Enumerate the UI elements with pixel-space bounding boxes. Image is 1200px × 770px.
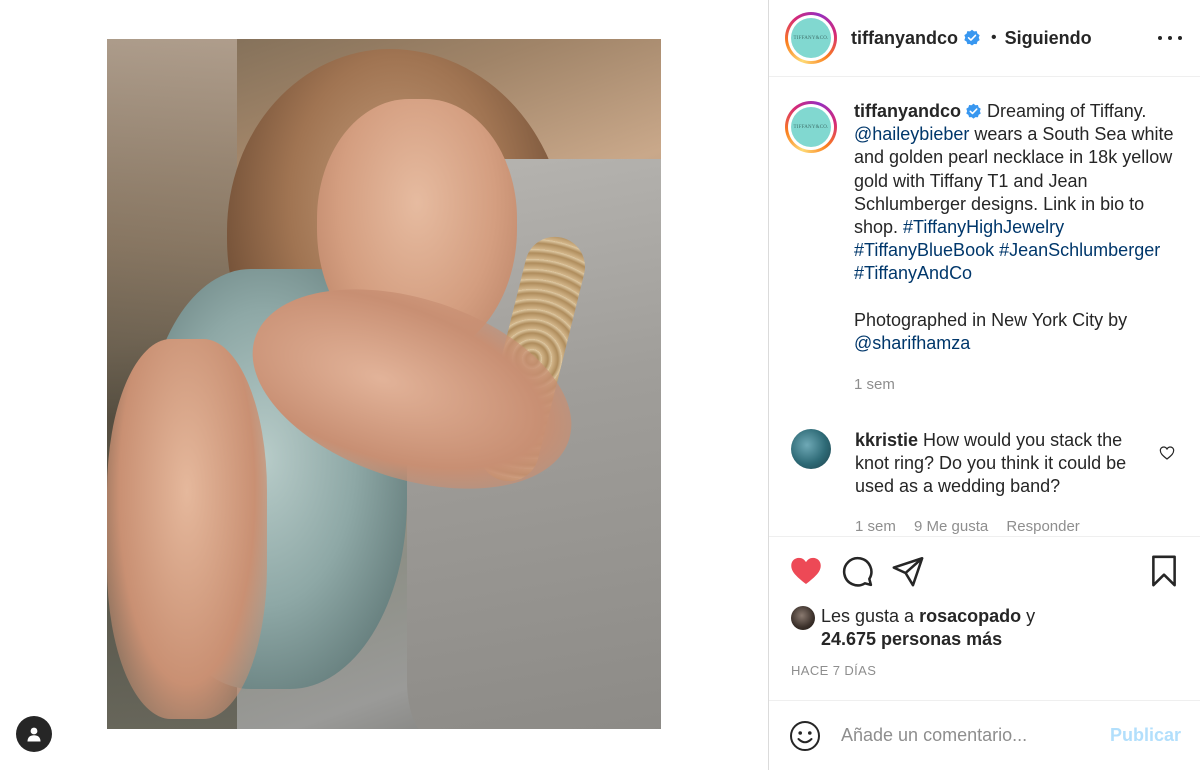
add-comment-bar: Publicar — [769, 700, 1200, 770]
verified-badge-icon — [966, 103, 981, 119]
comment-time[interactable]: 1 sem — [855, 518, 896, 535]
heart-outline-icon[interactable] — [1159, 445, 1175, 461]
comment-meta: 1 sem 9 Me gusta Responder — [855, 515, 1155, 536]
caption-time[interactable]: 1 sem — [854, 373, 1184, 396]
following-button[interactable]: Siguiendo — [1005, 28, 1092, 49]
comment-item: kkristie How would you stack the knot ri… — [791, 429, 1195, 536]
post-side-panel: TIFFANY&CO. tiffanyandco • Siguiendo TIF… — [768, 0, 1200, 770]
caption-text-1: Dreaming of Tiffany. — [982, 101, 1147, 121]
commenter-username[interactable]: kkristie — [855, 430, 918, 450]
avatar-logo: TIFFANY&CO. — [791, 18, 831, 58]
person-icon — [27, 727, 41, 742]
likes-summary: Les gusta a rosacopado y 24.675 personas… — [791, 605, 1181, 651]
photo-hand — [107, 339, 267, 719]
hashtag-tiffanybluebook[interactable]: #TiffanyBlueBook — [854, 240, 994, 260]
comment-body: kkristie How would you stack the knot ri… — [855, 429, 1155, 536]
hashtag-tiffanyandco[interactable]: #TiffanyAndCo — [854, 263, 972, 283]
comment-icon[interactable] — [840, 554, 874, 588]
publish-button[interactable]: Publicar — [1110, 725, 1181, 746]
post-date[interactable]: HACE 7 DÍAS — [791, 663, 876, 678]
comments-section[interactable]: TIFFANY&CO. tiffanyandco Dreaming of Tif… — [769, 77, 1200, 537]
more-options-icon[interactable] — [1158, 28, 1182, 48]
caption-text: tiffanyandco Dreaming of Tiffany. @haile… — [854, 100, 1184, 396]
post-caption: TIFFANY&CO. tiffanyandco Dreaming of Tif… — [785, 100, 1185, 396]
commenter-avatar[interactable] — [791, 429, 831, 469]
action-bar — [769, 550, 1200, 590]
media-area — [0, 0, 768, 770]
likes-text: Les gusta a rosacopado y 24.675 personas… — [821, 605, 1035, 651]
author-username[interactable]: tiffanyandco — [851, 28, 958, 49]
caption-avatar-logo: TIFFANY&CO. — [791, 107, 831, 147]
hashtag-tiffanyhighjewelry[interactable]: #TiffanyHighJewelry — [903, 217, 1064, 237]
liker-avatar[interactable] — [791, 606, 815, 630]
emoji-icon[interactable] — [789, 720, 821, 752]
author-avatar[interactable]: TIFFANY&CO. — [785, 12, 837, 64]
verified-badge-icon — [964, 29, 980, 46]
post-photo[interactable] — [107, 39, 661, 729]
tagged-people-button[interactable] — [16, 716, 52, 752]
post-header: TIFFANY&CO. tiffanyandco • Siguiendo — [769, 0, 1200, 77]
comment-input[interactable] — [841, 725, 1091, 746]
bookmark-icon[interactable] — [1147, 554, 1181, 588]
likes-connector: y — [1021, 606, 1036, 626]
likes-count[interactable]: 24.675 personas más — [821, 629, 1002, 649]
share-icon[interactable] — [891, 554, 925, 588]
mention-sharifhamza[interactable]: @sharifhamza — [854, 333, 970, 353]
mention-haileybieber[interactable]: @haileybieber — [854, 124, 969, 144]
header-separator: • — [991, 29, 997, 46]
caption-avatar[interactable]: TIFFANY&CO. — [785, 101, 837, 153]
comment-likes[interactable]: 9 Me gusta — [914, 518, 988, 535]
hashtag-jeanschlumberger[interactable]: #JeanSchlumberger — [999, 240, 1160, 260]
caption-text-3: Photographed in New York City by — [854, 309, 1128, 330]
heart-filled-icon[interactable] — [789, 554, 823, 588]
liker-username[interactable]: rosacopado — [919, 606, 1021, 626]
likes-prefix: Les gusta a — [821, 606, 920, 626]
caption-username[interactable]: tiffanyandco — [854, 101, 961, 121]
comment-reply-button[interactable]: Responder — [1006, 518, 1079, 535]
